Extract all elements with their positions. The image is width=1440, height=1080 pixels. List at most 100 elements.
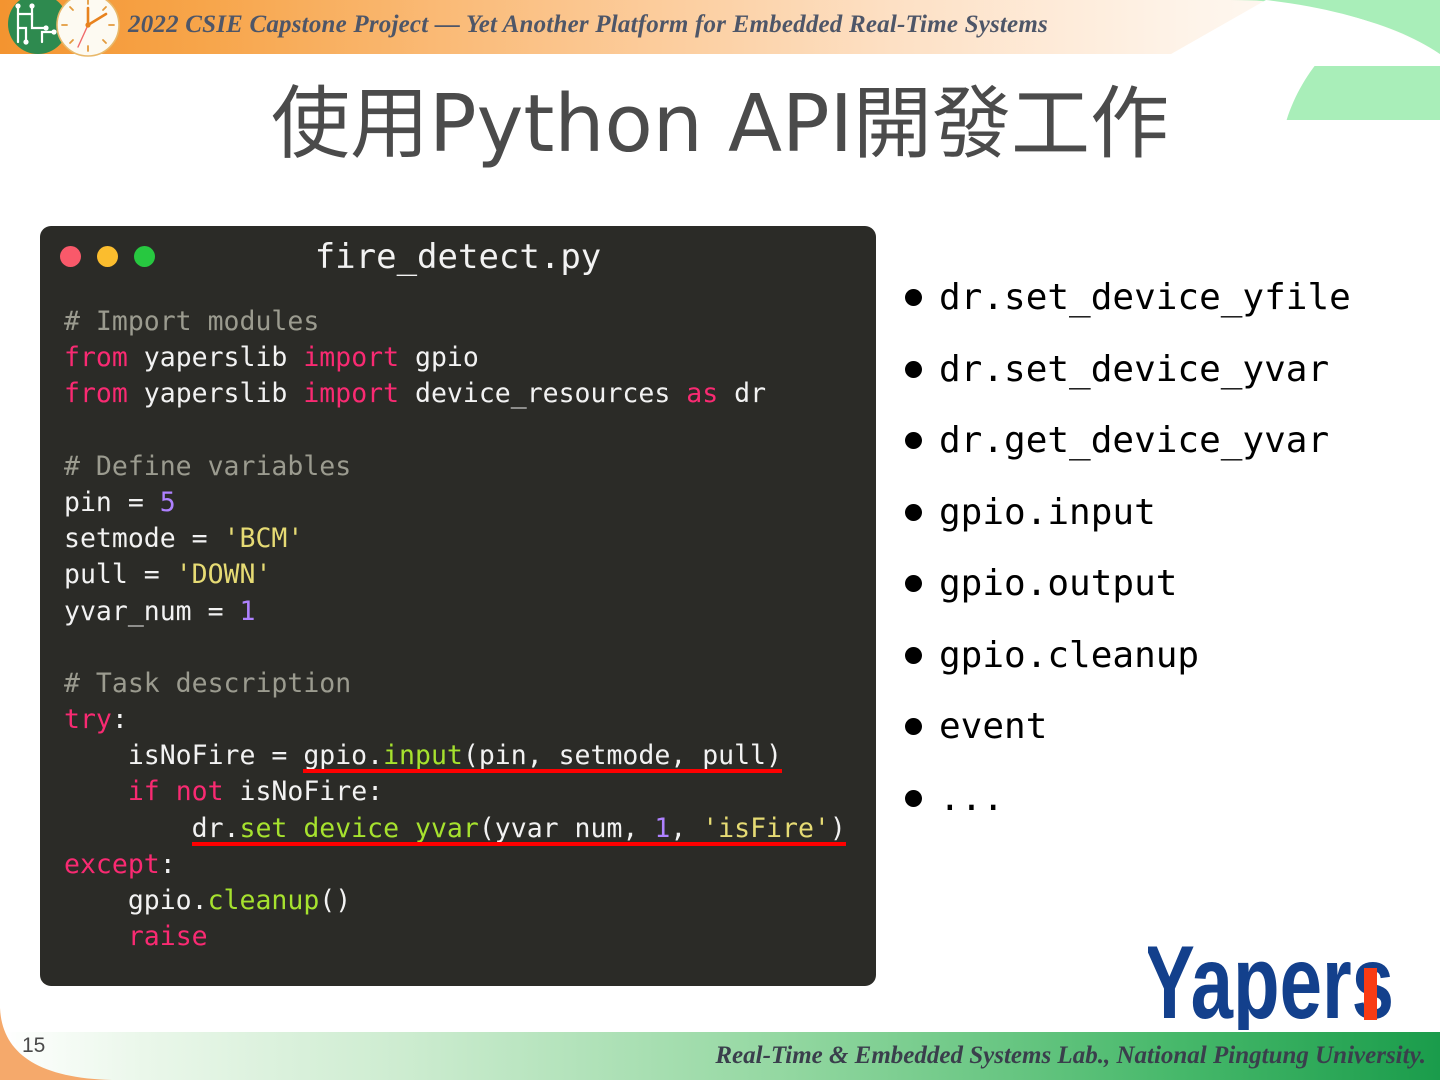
- code-token: isNoFire:: [223, 776, 384, 808]
- code-token: (yvar_num,: [478, 812, 655, 844]
- api-list-item: dr.get_device_yvar: [905, 405, 1440, 477]
- code-line: isNoFire = gpio.input(pin, setmode, pull…: [64, 738, 866, 774]
- bullet-icon: [905, 503, 922, 521]
- code-line: pull = 'DOWN': [64, 557, 866, 593]
- code-token: import: [303, 342, 400, 374]
- code-token: if not: [127, 776, 224, 808]
- code-line: from yaperslib import gpio: [64, 340, 866, 376]
- code-token: 5: [159, 486, 176, 518]
- api-list-item: gpio.output: [905, 548, 1440, 620]
- code-token: except: [64, 848, 160, 880]
- code-token: set_device_yvar: [239, 812, 479, 844]
- code-token: import: [303, 378, 400, 410]
- code-line: gpio.cleanup(): [64, 883, 866, 919]
- yapers-logo: Yapers: [1148, 925, 1394, 1030]
- code-token: yaperslib: [127, 378, 304, 410]
- api-list-label: dr.set_device_yvar: [939, 348, 1330, 390]
- code-token: from: [64, 342, 128, 374]
- code-highlight-underline: [191, 841, 847, 846]
- api-function-list: dr.set_device_yfile dr.set_device_yvar dr.…: [905, 262, 1440, 834]
- code-token: try: [64, 704, 112, 736]
- api-list-item: event: [905, 691, 1440, 763]
- code-token: :: [111, 704, 128, 736]
- code-token: 'BCM': [223, 523, 304, 555]
- api-list-item: dr.set_device_yvar: [905, 334, 1440, 406]
- code-token: # Define variables: [64, 450, 352, 482]
- api-list-label: gpio.output: [939, 563, 1178, 605]
- code-line: if not isNoFire:: [64, 774, 866, 810]
- code-token: input: [383, 740, 463, 772]
- code-token: dr: [718, 378, 767, 410]
- code-token: # Task description: [64, 667, 352, 699]
- code-token: from: [64, 378, 128, 410]
- circuit-clock-logo-icon: [8, 0, 120, 57]
- api-list-item: gpio.cleanup: [905, 620, 1440, 692]
- code-token: cleanup: [207, 885, 320, 916]
- api-list-label: ...: [939, 777, 1005, 819]
- code-token: yaperslib: [127, 342, 304, 374]
- code-line: pin = 5: [64, 485, 866, 521]
- code-token: isNoFire = gpio.: [64, 740, 384, 772]
- code-token: 1: [239, 595, 256, 627]
- code-token: pin =: [64, 486, 160, 518]
- code-token: setmode =: [64, 523, 224, 555]
- bullet-icon: [905, 646, 922, 664]
- code-line: dr.set_device_yvar(yvar_num, 1, 'isFire'…: [64, 811, 866, 847]
- bullet-icon: [905, 718, 922, 736]
- code-line: # Task description: [64, 666, 866, 702]
- code-token: raise: [127, 921, 208, 953]
- api-list-label: dr.get_device_yvar: [939, 420, 1330, 462]
- code-line: try:: [64, 702, 866, 738]
- code-line: yvar_num = 1: [64, 594, 866, 630]
- code-window: fire_detect.py # Import modules from yape…: [40, 226, 876, 986]
- code-line: # Import modules: [64, 304, 866, 340]
- code-line: raise: [64, 919, 866, 955]
- api-list-label: dr.set_device_yfile: [939, 277, 1351, 319]
- code-token: pull =: [64, 559, 176, 591]
- api-list-label: gpio.cleanup: [939, 634, 1200, 676]
- page-number: 15: [22, 1034, 46, 1057]
- bullet-icon: [905, 360, 922, 378]
- code-line: # Define variables: [64, 449, 866, 485]
- code-token: (): [319, 885, 352, 916]
- code-line: from yaperslib import device_resources a…: [64, 376, 866, 412]
- code-token: ,: [670, 812, 703, 844]
- footer-lab-text: Real-Time & Embedded Systems Lab., Natio…: [715, 1042, 1426, 1069]
- header-title: 2022 CSIE Capstone Project — Yet Another…: [128, 11, 1048, 38]
- svg-text:Yapers: Yapers: [1148, 925, 1394, 1030]
- code-token: 'DOWN': [175, 559, 272, 591]
- code-content: # Import modules from yaperslib import gp…: [64, 304, 866, 955]
- code-line: except:: [64, 847, 866, 883]
- code-token: :: [159, 848, 176, 880]
- code-token: as: [686, 378, 719, 410]
- code-token: (pin, setmode, pull): [462, 740, 782, 772]
- code-token: device_resources: [399, 378, 687, 410]
- api-list-item: gpio.input: [905, 477, 1440, 549]
- bullet-icon: [905, 289, 922, 307]
- code-token: yvar_num =: [64, 595, 240, 627]
- code-token: 1: [654, 812, 671, 844]
- code-token: gpio.: [64, 885, 208, 916]
- code-token: ): [829, 812, 846, 844]
- code-token: 'isFire': [702, 812, 830, 844]
- code-token: # Import modules: [64, 306, 320, 337]
- bullet-icon: [905, 432, 922, 450]
- bullet-icon: [905, 575, 922, 593]
- code-filename: fire_detect.py: [314, 237, 602, 277]
- footer-corner-shape: [0, 1008, 112, 1080]
- api-list-item: ...: [905, 763, 1440, 835]
- api-list-label: gpio.input: [939, 491, 1156, 533]
- code-line: setmode = 'BCM': [64, 521, 866, 557]
- code-token: dr.: [64, 812, 240, 844]
- api-list-item: dr.set_device_yfile: [905, 262, 1440, 334]
- api-list-label: event: [939, 706, 1048, 748]
- slide-canvas: 2022 CSIE Capstone Project — Yet Another…: [0, 0, 1440, 1080]
- code-highlight-underline: [303, 769, 783, 774]
- bullet-icon: [905, 789, 922, 807]
- code-token: gpio: [399, 342, 479, 374]
- page-title: 使用Python API開發工作: [271, 78, 1169, 170]
